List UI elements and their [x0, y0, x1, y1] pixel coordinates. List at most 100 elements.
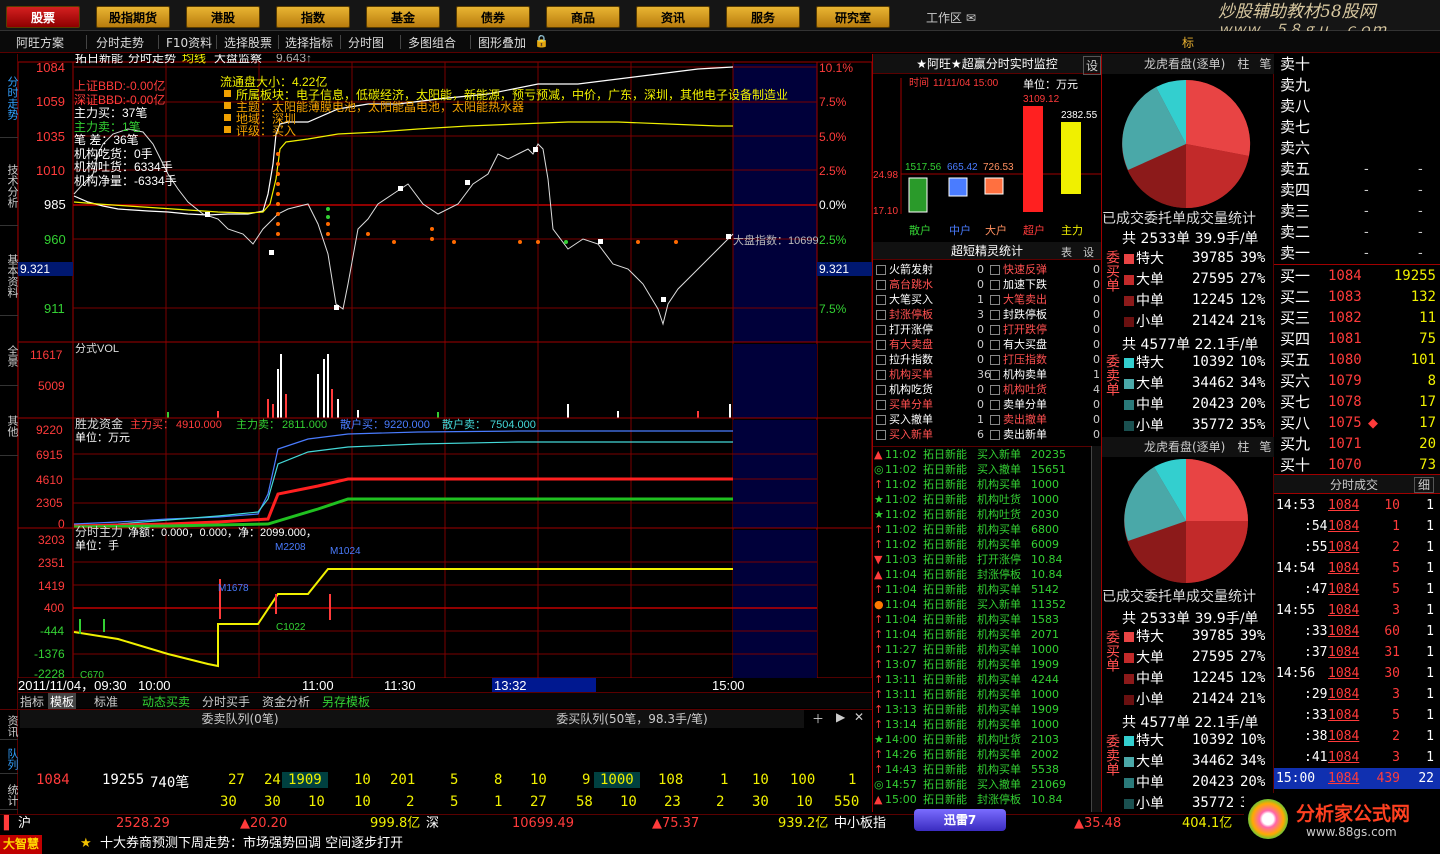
close-icon[interactable]: ✕	[854, 710, 864, 724]
stat-checkbox[interactable]	[876, 355, 886, 365]
sell-level[interactable]: 卖二 - -	[1274, 222, 1440, 243]
sell-level[interactable]: 卖一 - -	[1274, 243, 1440, 264]
tb-plan[interactable]: 阿旺方案	[16, 34, 64, 51]
menu-bond[interactable]: 债券	[456, 6, 530, 28]
log-row[interactable]: ↑ 13:13 拓日新能 机构买单 1909	[873, 702, 1101, 717]
vtab-panorama[interactable]: 全景	[0, 326, 19, 386]
stat-checkbox[interactable]	[876, 370, 886, 380]
log-row[interactable]: ▲ 11:02 拓日新能 买入新单 20235	[873, 447, 1101, 462]
stat-checkbox[interactable]	[876, 340, 886, 350]
vtab-queue[interactable]: 队列	[0, 744, 19, 774]
bar-mode-button[interactable]: 柱	[1237, 57, 1249, 71]
buy-level[interactable]: 买五 1080 101	[1274, 350, 1440, 371]
sell-level[interactable]: 卖四 - -	[1274, 180, 1440, 201]
news-ticker[interactable]: 十大券商预测下周走势：市场强势回调 空间逐步打开	[100, 834, 403, 853]
log-row[interactable]: ★ 14:00 拓日新能 机构吐货 2103	[873, 732, 1101, 747]
tick-mode-button-2[interactable]: 笔	[1259, 440, 1271, 454]
stat-checkbox[interactable]	[876, 295, 886, 305]
workzone-button[interactable]: 工作区 ✉	[926, 9, 976, 26]
vtab-info[interactable]: 资讯	[0, 712, 19, 740]
log-row[interactable]: ▼ 11:03 拓日新能 打开涨停 10.84	[873, 552, 1101, 567]
menu-stock[interactable]: 股票	[6, 6, 80, 28]
log-row[interactable]: ↑ 14:43 拓日新能 机构买单 5538	[873, 762, 1101, 777]
log-row[interactable]: ↑ 13:11 拓日新能 机构买单 4244	[873, 672, 1101, 687]
stat-checkbox[interactable]	[876, 265, 886, 275]
menu-news[interactable]: 资讯	[636, 6, 710, 28]
log-row[interactable]: ↑ 11:04 拓日新能 机构买单 5142	[873, 582, 1101, 597]
log-scrollbar[interactable]	[1091, 446, 1101, 812]
stat-checkbox[interactable]	[876, 415, 886, 425]
stat-checkbox[interactable]	[990, 385, 1000, 395]
sell-level[interactable]: 卖七	[1274, 117, 1440, 138]
log-row[interactable]: ↑ 11:02 拓日新能 机构买单 6800	[873, 522, 1101, 537]
tab-save-template[interactable]: 另存模板	[322, 693, 370, 710]
tab-dynamic[interactable]: 动态买卖	[142, 693, 190, 710]
stat-checkbox[interactable]	[876, 310, 886, 320]
log-row[interactable]: ↑ 13:07 拓日新能 机构买单 1909	[873, 657, 1101, 672]
stat-checkbox[interactable]	[990, 310, 1000, 320]
log-row[interactable]: ↑ 11:02 拓日新能 机构买单 1000	[873, 477, 1101, 492]
tick-mode-button[interactable]: 笔	[1259, 57, 1271, 71]
buy-level[interactable]: 买三 1082 11	[1274, 308, 1440, 329]
buy-level[interactable]: 买四 1081 75	[1274, 329, 1440, 350]
tb-mark[interactable]: 标	[1182, 34, 1194, 51]
sell-level[interactable]: 卖九	[1274, 75, 1440, 96]
sell-level[interactable]: 卖八	[1274, 96, 1440, 117]
vtab-other[interactable]: 其他	[0, 396, 19, 456]
stat-checkbox[interactable]	[876, 280, 886, 290]
log-row[interactable]: ↑ 11:27 拓日新能 机构买单 1000	[873, 642, 1101, 657]
stat-checkbox[interactable]	[990, 280, 1000, 290]
stat-checkbox[interactable]	[876, 430, 886, 440]
tb-select-indicator[interactable]: 选择指标	[285, 34, 333, 51]
tab-fund-analysis[interactable]: 资金分析	[262, 693, 310, 710]
play-icon[interactable]: ▶	[836, 710, 845, 724]
intraday-chart[interactable]: 1084 1059 1035 1010 985 960 911 9.321 9.…	[18, 54, 872, 694]
lock-icon[interactable]: 🔒	[534, 34, 549, 48]
stat-checkbox[interactable]	[990, 340, 1000, 350]
log-row[interactable]: ★ 11:02 拓日新能 机构吐货 1000	[873, 492, 1101, 507]
trade-detail-button[interactable]: 细	[1414, 477, 1435, 493]
tab-indicator[interactable]: 指标	[20, 693, 44, 710]
vtab-stats[interactable]: 统计	[0, 780, 19, 810]
sell-level[interactable]: 卖十	[1274, 54, 1440, 75]
log-row[interactable]: ↑ 11:02 拓日新能 机构买单 6009	[873, 537, 1101, 552]
menu-research[interactable]: 研究室	[816, 6, 890, 28]
log-row[interactable]: ↑ 14:26 拓日新能 机构买单 2002	[873, 747, 1101, 762]
stat-checkbox[interactable]	[990, 325, 1000, 335]
stat-table-button[interactable]: 表	[1061, 244, 1072, 260]
log-row[interactable]: ↑ 13:11 拓日新能 机构买单 1000	[873, 687, 1101, 702]
tb-select-stock[interactable]: 选择股票	[224, 34, 272, 51]
tab-buyer[interactable]: 分时买手	[202, 693, 250, 710]
buy-level[interactable]: 买九 1071 20	[1274, 434, 1440, 455]
menu-futures[interactable]: 股指期货	[96, 6, 170, 28]
stat-checkbox[interactable]	[990, 355, 1000, 365]
tb-f10[interactable]: F10资料	[166, 34, 212, 51]
log-row[interactable]: ↑ 13:14 拓日新能 机构买单 1000	[873, 717, 1101, 732]
vtab-technical[interactable]: 技术分析	[0, 146, 19, 226]
log-row[interactable]: ▲ 15:00 拓日新能 封涨停板 10.84	[873, 792, 1101, 807]
sell-level[interactable]: 卖三 - -	[1274, 201, 1440, 222]
stat-settings-button[interactable]: 设	[1083, 244, 1094, 260]
monitor-settings-button[interactable]: 设	[1083, 56, 1102, 75]
buy-level[interactable]: 买一 1084 19255	[1274, 266, 1440, 287]
menu-service[interactable]: 服务	[726, 6, 800, 28]
bar-mode-button-2[interactable]: 柱	[1237, 440, 1249, 454]
log-row[interactable]: ↑ 11:04 拓日新能 机构买单 2071	[873, 627, 1101, 642]
stat-checkbox[interactable]	[876, 400, 886, 410]
log-row[interactable]: ★ 11:02 拓日新能 机构吐货 2030	[873, 507, 1101, 522]
sell-level[interactable]: 卖五 - -	[1274, 159, 1440, 180]
stat-checkbox[interactable]	[990, 400, 1000, 410]
buy-level[interactable]: 买十 1070 73	[1274, 455, 1440, 476]
log-row[interactable]: ◎ 11:02 拓日新能 买入撤单 15651	[873, 462, 1101, 477]
log-row[interactable]: ● 11:04 拓日新能 买入新单 11352	[873, 597, 1101, 612]
stat-checkbox[interactable]	[990, 265, 1000, 275]
menu-fund[interactable]: 基金	[366, 6, 440, 28]
stat-checkbox[interactable]	[990, 295, 1000, 305]
vtab-intraday[interactable]: 分时走势	[0, 58, 19, 138]
tb-intraday[interactable]: 分时走势	[96, 34, 144, 51]
log-row[interactable]: ↑ 11:04 拓日新能 机构买单 1583	[873, 612, 1101, 627]
add-icon[interactable]: ＋	[812, 710, 824, 727]
log-row[interactable]: ▲ 11:04 拓日新能 封涨停板 10.84	[873, 567, 1101, 582]
stat-checkbox[interactable]	[990, 430, 1000, 440]
tab-standard[interactable]: 标准	[94, 693, 118, 710]
